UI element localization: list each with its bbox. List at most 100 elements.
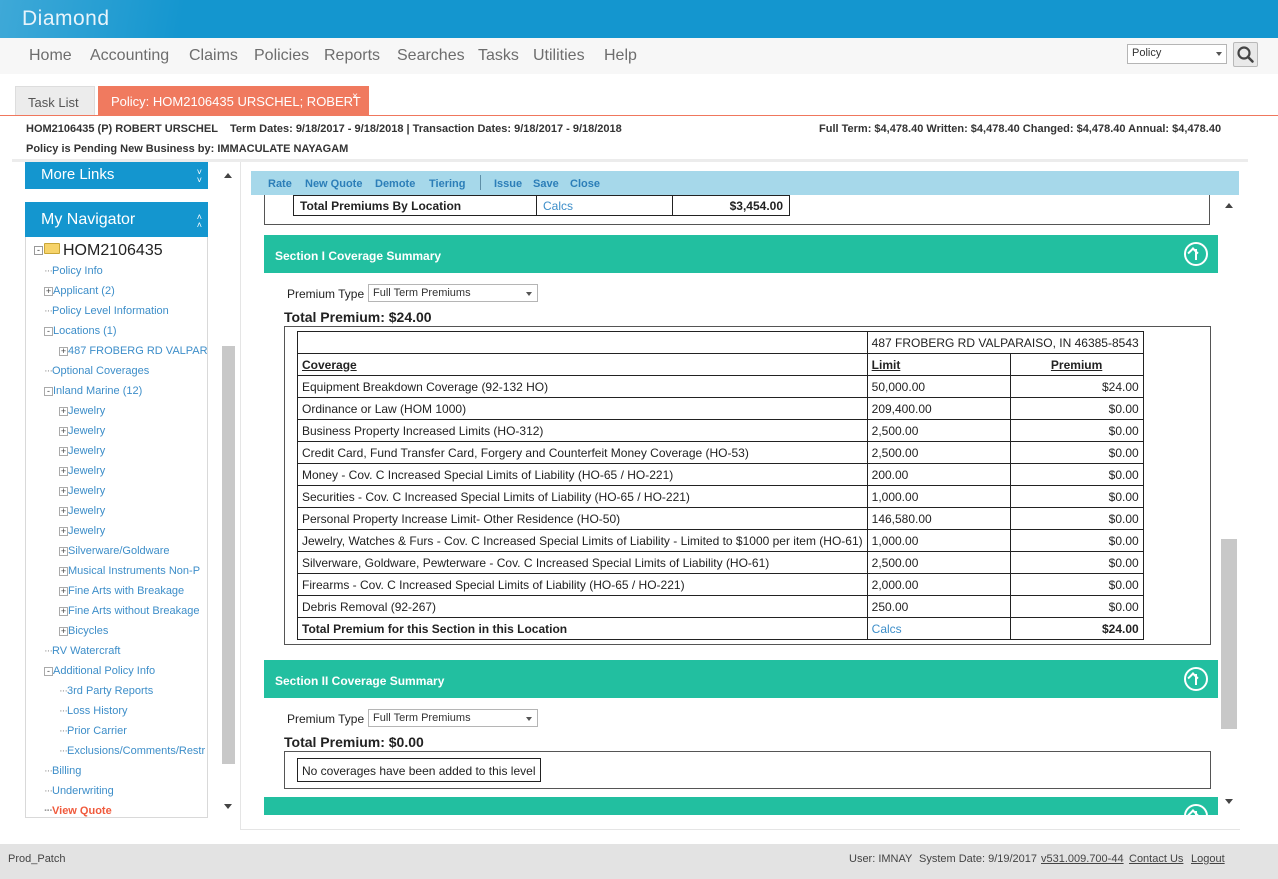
nav-item[interactable]: - Locations (1)	[44, 325, 117, 337]
content-scroll-thumb[interactable]	[1221, 539, 1237, 729]
new-quote-button[interactable]: New Quote	[305, 178, 362, 190]
rate-button[interactable]: Rate	[268, 178, 292, 190]
nav-root[interactable]: - HOM2106435	[34, 242, 163, 260]
nav-item[interactable]: + Musical Instruments Non-P	[59, 565, 200, 577]
scroll-up-icon[interactable]	[224, 173, 232, 178]
collapse-icon[interactable]: -	[44, 666, 53, 676]
expand-icon[interactable]: +	[59, 566, 68, 576]
tiering-button[interactable]: Tiering	[429, 178, 465, 190]
nav-item[interactable]: ···Billing	[44, 765, 81, 777]
nav-item-label: View Quote	[52, 805, 112, 817]
my-navigator-header[interactable]: My Navigator ˄ ˄	[25, 202, 208, 237]
collapse-icon[interactable]: -	[34, 246, 43, 256]
arrow-up-circle-icon[interactable]	[1184, 242, 1208, 266]
issue-button[interactable]: Issue	[494, 178, 522, 190]
expand-icon[interactable]: +	[59, 586, 68, 596]
tab-task-list[interactable]: Task List	[15, 86, 95, 115]
location-calcs-link[interactable]: Calcs	[536, 195, 673, 216]
nav-item[interactable]: + Fine Arts with Breakage	[59, 585, 184, 597]
nav-item[interactable]: + Bicycles	[59, 625, 108, 637]
nav-item[interactable]: ···Optional Coverages	[44, 365, 149, 377]
expand-icon[interactable]: +	[59, 546, 68, 556]
logout-link[interactable]: Logout	[1191, 853, 1225, 865]
nav-item[interactable]: - Additional Policy Info	[44, 665, 155, 677]
section2-header[interactable]: Section II Coverage Summary	[264, 660, 1218, 698]
nav-item[interactable]: + Fine Arts without Breakage	[59, 605, 199, 617]
arrow-up-circle-icon[interactable]	[1184, 667, 1208, 691]
nav-item[interactable]: ···Loss History	[59, 705, 128, 717]
coverage-name: Credit Card, Fund Transfer Card, Forgery…	[297, 441, 868, 464]
nav-item[interactable]: + Jewelry	[59, 505, 105, 517]
expand-icon[interactable]: +	[44, 286, 53, 296]
save-button[interactable]: Save	[533, 178, 559, 190]
nav-item[interactable]: + Jewelry	[59, 525, 105, 537]
expand-icon[interactable]: +	[59, 626, 68, 636]
expand-icon[interactable]: +	[59, 446, 68, 456]
expand-icon[interactable]: +	[59, 426, 68, 436]
menu-reports[interactable]: Reports	[324, 47, 380, 65]
contact-us-link[interactable]: Contact Us	[1129, 853, 1183, 865]
nav-item[interactable]: ···Prior Carrier	[59, 725, 127, 737]
tab-policy-label: Policy: HOM2106435 URSCHEL; ROBERT	[111, 94, 361, 109]
table-row: Total Premiums By Location Calcs $3,454.…	[293, 195, 790, 216]
expand-icon[interactable]: +	[59, 506, 68, 516]
expand-icon[interactable]: +	[59, 526, 68, 536]
nav-item[interactable]: + Jewelry	[59, 485, 105, 497]
left-scrollbar[interactable]	[220, 166, 237, 818]
nav-item[interactable]: + Jewelry	[59, 445, 105, 457]
menu-claims[interactable]: Claims	[189, 47, 238, 65]
nav-item[interactable]: - Inland Marine (12)	[44, 385, 142, 397]
nav-item[interactable]: ···Underwriting	[44, 785, 114, 797]
demote-button[interactable]: Demote	[375, 178, 415, 190]
tab-policy[interactable]: Policy: HOM2106435 URSCHEL; ROBERT ×	[98, 86, 369, 116]
tree-connector: ···	[44, 645, 53, 657]
nav-item[interactable]: + Applicant (2)	[44, 285, 115, 297]
expand-icon[interactable]: +	[59, 606, 68, 616]
expand-icon[interactable]: +	[59, 486, 68, 496]
menu-tasks[interactable]: Tasks	[478, 47, 519, 65]
close-tab-icon[interactable]: ×	[352, 91, 358, 102]
location-totals-box: Total Premiums By Location Calcs $3,454.…	[264, 195, 1210, 225]
nav-item[interactable]: +487 FROBERG RD VALPARA	[59, 345, 207, 357]
collapse-icon[interactable]: -	[44, 326, 53, 336]
nav-item[interactable]: + Jewelry	[59, 465, 105, 477]
nav-item[interactable]: + Silverware/Goldware	[59, 545, 169, 557]
content-scrollbar[interactable]	[1220, 195, 1238, 815]
section3-header[interactable]	[264, 797, 1218, 815]
no-coverages-message: No coverages have been added to this lev…	[297, 758, 541, 782]
left-scroll-thumb[interactable]	[222, 346, 235, 764]
scroll-down-icon[interactable]	[1225, 799, 1233, 804]
scroll-down-icon[interactable]	[224, 804, 232, 809]
scroll-up-icon[interactable]	[1225, 203, 1233, 208]
version-link[interactable]: v531.009.700-44	[1041, 853, 1124, 865]
menu-utilities[interactable]: Utilities	[533, 47, 585, 65]
menu-accounting[interactable]: Accounting	[90, 47, 169, 65]
expand-icon[interactable]: +	[59, 406, 68, 416]
section1-premium-type-select[interactable]: Full Term Premiums	[368, 284, 538, 302]
nav-item[interactable]: ···3rd Party Reports	[59, 685, 153, 697]
arrow-up-circle-icon[interactable]	[1184, 804, 1208, 815]
menu-policies[interactable]: Policies	[254, 47, 309, 65]
expand-icon[interactable]: +	[59, 466, 68, 476]
expand-icon[interactable]: +	[59, 346, 68, 356]
collapse-icon[interactable]: -	[44, 386, 53, 396]
coverage-scroll-area[interactable]: Total Premiums By Location Calcs $3,454.…	[264, 195, 1219, 815]
menu-searches[interactable]: Searches	[397, 47, 465, 65]
menu-help[interactable]: Help	[604, 47, 637, 65]
section1-header[interactable]: Section I Coverage Summary	[264, 235, 1218, 273]
nav-item[interactable]: + Jewelry	[59, 405, 105, 417]
search-button[interactable]	[1233, 42, 1258, 67]
nav-item[interactable]: ···View Quote	[44, 805, 112, 817]
nav-item[interactable]: ···RV Watercraft	[44, 645, 120, 657]
nav-item[interactable]: ···Policy Level Information	[44, 305, 169, 317]
nav-item-label: Silverware/Goldware	[68, 545, 170, 557]
close-button[interactable]: Close	[570, 178, 600, 190]
section2-premium-type-select[interactable]: Full Term Premiums	[368, 709, 538, 727]
menu-home[interactable]: Home	[29, 47, 72, 65]
more-links-header[interactable]: More Links ˅ ˅	[25, 162, 208, 189]
nav-item[interactable]: ···Policy Info	[44, 265, 103, 277]
nav-item[interactable]: + Jewelry	[59, 425, 105, 437]
section1-calcs-link[interactable]: Calcs	[866, 617, 1011, 640]
nav-item[interactable]: ···Exclusions/Comments/Restr	[59, 745, 205, 757]
search-type-select[interactable]: Policy	[1127, 44, 1227, 64]
